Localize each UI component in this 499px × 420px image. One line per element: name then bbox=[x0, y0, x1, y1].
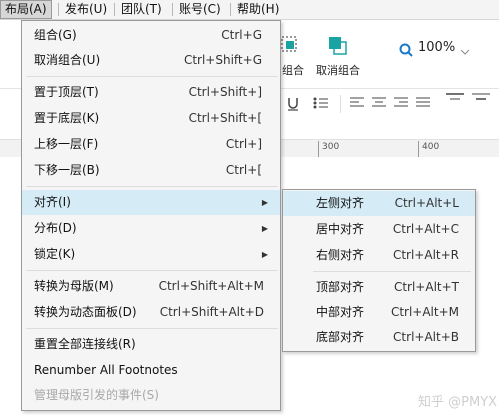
menu-item-lock[interactable]: 锁定(K) ▶ bbox=[22, 242, 280, 267]
watermark: 知乎 @PMYX bbox=[418, 395, 498, 410]
menu-item-label: 下移一层(B) bbox=[34, 163, 100, 177]
submenu-arrow-icon: ▶ bbox=[261, 250, 268, 259]
menu-item-bring-forward[interactable]: 上移一层(F) Ctrl+] bbox=[22, 132, 280, 157]
submenu-item-align-bottom[interactable]: 底部对齐 Ctrl+Alt+B bbox=[283, 325, 475, 350]
submenu-item-label: 顶部对齐 bbox=[316, 280, 365, 294]
toolbar-divider bbox=[340, 95, 341, 113]
menu-item-label: 转换为母版(M) bbox=[34, 279, 114, 293]
submenu-item-shortcut: Ctrl+Alt+C bbox=[392, 222, 459, 236]
group-button-label[interactable]: 组合 bbox=[282, 62, 304, 78]
menu-item-shortcut: Ctrl+Shift+] bbox=[188, 85, 262, 99]
menu-help[interactable]: 帮助(H) bbox=[233, 0, 283, 19]
menu-item-label: 重置全部连接线(R) bbox=[34, 337, 136, 351]
menu-item-shortcut: Ctrl+Shift+Alt+D bbox=[159, 305, 264, 319]
menu-separator bbox=[26, 270, 278, 271]
menu-item-bring-to-front[interactable]: 置于顶层(T) Ctrl+Shift+] bbox=[22, 80, 280, 105]
menubar-divider bbox=[114, 3, 115, 16]
underline-icon[interactable] bbox=[287, 97, 299, 111]
menu-item-renumber-footnotes[interactable]: Renumber All Footnotes bbox=[22, 358, 280, 383]
menu-publish[interactable]: 发布(U) bbox=[61, 0, 111, 19]
menu-item-label: 管理母版引发的事件(S) bbox=[34, 388, 159, 402]
align-top-icon[interactable] bbox=[446, 93, 464, 107]
menu-item-label: Renumber All Footnotes bbox=[34, 363, 178, 377]
ungroup-icon[interactable] bbox=[326, 34, 348, 56]
menu-item-label: 置于顶层(T) bbox=[34, 85, 99, 99]
menubar-divider bbox=[172, 3, 173, 16]
menu-item-shortcut: Ctrl+Shift+Alt+M bbox=[158, 279, 264, 293]
menu-item-manage-master-events: 管理母版引发的事件(S) bbox=[22, 383, 280, 408]
menu-item-label: 上移一层(F) bbox=[34, 137, 99, 151]
align-right-text-icon[interactable] bbox=[394, 97, 408, 109]
submenu-item-align-left[interactable]: 左侧对齐 Ctrl+Alt+L bbox=[283, 191, 475, 216]
menu-item-label: 转换为动态面板(D) bbox=[34, 305, 137, 319]
submenu-item-label: 居中对齐 bbox=[316, 222, 365, 236]
menu-item-shortcut: Ctrl+Shift+G bbox=[183, 53, 262, 67]
menu-item-label: 取消组合(U) bbox=[34, 53, 101, 67]
menu-item-convert-to-master[interactable]: 转换为母版(M) Ctrl+Shift+Alt+M bbox=[22, 274, 280, 299]
ruler-label: 400 bbox=[422, 142, 440, 152]
menu-item-label: 锁定(K) bbox=[34, 247, 76, 261]
submenu-arrow-icon: ▶ bbox=[261, 198, 268, 207]
align-left-text-icon[interactable] bbox=[350, 97, 364, 109]
menu-item-shortcut: Ctrl+G bbox=[221, 28, 262, 42]
submenu-item-shortcut: Ctrl+Alt+R bbox=[392, 248, 459, 262]
menubar-divider bbox=[58, 3, 59, 16]
menu-layout[interactable]: 布局(A) bbox=[0, 0, 52, 19]
menu-item-align[interactable]: 对齐(I) ▶ bbox=[22, 190, 280, 215]
menu-separator bbox=[26, 186, 278, 187]
menu-item-reset-connectors[interactable]: 重置全部连接线(R) bbox=[22, 332, 280, 357]
menubar-divider bbox=[230, 3, 231, 16]
submenu-item-label: 左侧对齐 bbox=[316, 196, 365, 210]
menu-item-label: 对齐(I) bbox=[34, 195, 71, 209]
ungroup-button-label[interactable]: 取消组合 bbox=[316, 62, 360, 78]
align-submenu: 左侧对齐 Ctrl+Alt+L 居中对齐 Ctrl+Alt+C 右侧对齐 Ctr… bbox=[282, 189, 476, 352]
ruler-tick bbox=[418, 141, 419, 157]
submenu-item-shortcut: Ctrl+Alt+M bbox=[390, 305, 459, 319]
submenu-item-align-center[interactable]: 居中对齐 Ctrl+Alt+C bbox=[283, 217, 475, 242]
menu-team[interactable]: 团队(T) bbox=[117, 0, 166, 19]
submenu-arrow-icon: ▶ bbox=[261, 224, 268, 233]
menu-item-shortcut: Ctrl+[ bbox=[225, 163, 262, 177]
submenu-item-label: 底部对齐 bbox=[316, 330, 365, 344]
bullet-list-icon[interactable] bbox=[313, 97, 329, 109]
menu-item-distribute[interactable]: 分布(D) ▶ bbox=[22, 216, 280, 241]
chevron-down-icon[interactable] bbox=[460, 49, 470, 55]
menu-item-convert-to-dynamic-panel[interactable]: 转换为动态面板(D) Ctrl+Shift+Alt+D bbox=[22, 300, 280, 325]
menu-account[interactable]: 账号(C) bbox=[175, 0, 225, 19]
submenu-item-shortcut: Ctrl+Alt+B bbox=[393, 330, 459, 344]
zoom-icon bbox=[399, 43, 413, 57]
menu-item-shortcut: Ctrl+] bbox=[225, 137, 262, 151]
menu-item-group[interactable]: 组合(G) Ctrl+G bbox=[22, 23, 280, 48]
menu-item-send-backward[interactable]: 下移一层(B) Ctrl+[ bbox=[22, 158, 280, 183]
align-center-text-icon[interactable] bbox=[372, 97, 386, 109]
justify-text-icon[interactable] bbox=[416, 97, 430, 109]
menu-item-label: 分布(D) bbox=[34, 221, 77, 235]
zoom-select[interactable]: 100% bbox=[418, 40, 455, 55]
menu-separator bbox=[26, 76, 278, 77]
submenu-item-align-top[interactable]: 顶部对齐 Ctrl+Alt+T bbox=[283, 275, 475, 300]
submenu-item-align-right[interactable]: 右侧对齐 Ctrl+Alt+R bbox=[283, 243, 475, 268]
submenu-item-label: 右侧对齐 bbox=[316, 248, 365, 262]
menu-separator bbox=[26, 328, 278, 329]
group-icon[interactable] bbox=[280, 35, 298, 53]
submenu-item-shortcut: Ctrl+Alt+L bbox=[394, 196, 459, 210]
ruler-tick bbox=[318, 141, 319, 157]
menu-bar: 布局(A) 发布(U) 团队(T) 账号(C) 帮助(H) bbox=[0, 0, 499, 20]
menu-item-label: 组合(G) bbox=[34, 28, 77, 42]
menu-item-ungroup[interactable]: 取消组合(U) Ctrl+Shift+G bbox=[22, 48, 280, 73]
ruler-label: 300 bbox=[322, 142, 340, 152]
layout-dropdown-menu: 组合(G) Ctrl+G 取消组合(U) Ctrl+Shift+G 置于顶层(T… bbox=[21, 20, 281, 411]
submenu-item-align-middle[interactable]: 中部对齐 Ctrl+Alt+M bbox=[283, 300, 475, 325]
submenu-separator bbox=[313, 271, 471, 272]
menu-item-label: 置于底层(K) bbox=[34, 111, 100, 125]
submenu-item-shortcut: Ctrl+Alt+T bbox=[393, 280, 459, 294]
menu-item-shortcut: Ctrl+Shift+[ bbox=[188, 111, 262, 125]
align-middle-icon[interactable] bbox=[472, 93, 490, 107]
submenu-item-label: 中部对齐 bbox=[316, 305, 365, 319]
menu-item-send-to-back[interactable]: 置于底层(K) Ctrl+Shift+[ bbox=[22, 106, 280, 131]
